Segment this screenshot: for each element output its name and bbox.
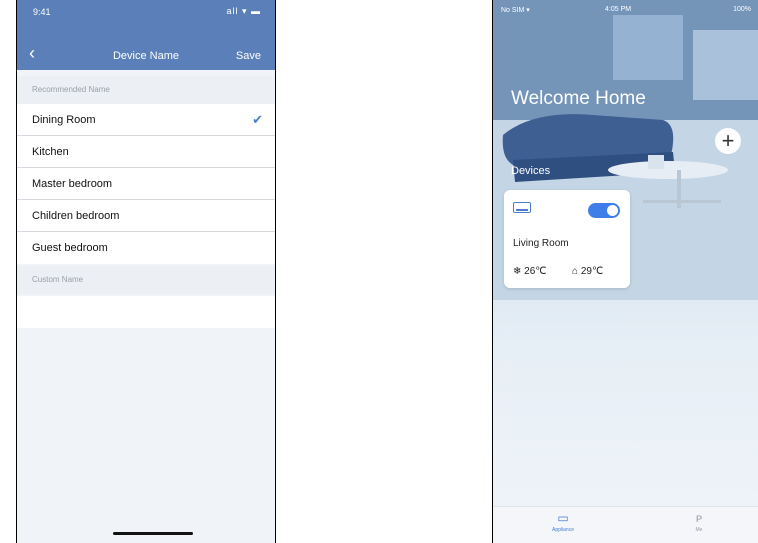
air-conditioner-icon [513, 202, 531, 213]
status-battery: 100% [733, 6, 751, 13]
home-screen: No SIM ▾ 4:05 PM 100% Welcome Home + Dev… [492, 0, 758, 543]
list-item-kitchen[interactable]: Kitchen [17, 136, 275, 168]
device-name-screen: 9:41 all ▾ ▬ ‹ Device Name Save Recommen… [16, 0, 276, 543]
add-device-button[interactable]: + [715, 128, 741, 154]
device-name: Living Room [513, 238, 569, 249]
status-icons: all ▾ ▬ [226, 6, 261, 16]
list-item-label: Dining Room [32, 114, 96, 126]
list-item-children-bedroom[interactable]: Children bedroom [17, 200, 275, 232]
list-item-label: Children bedroom [32, 210, 120, 222]
list-item-label: Kitchen [32, 146, 69, 158]
tab-label: Appliance [552, 527, 574, 533]
welcome-title: Welcome Home [511, 88, 646, 109]
appliance-icon: ▭ [557, 511, 569, 525]
check-icon: ✔ [252, 112, 263, 127]
list-item-guest-bedroom[interactable]: Guest bedroom [17, 232, 275, 264]
set-temperature: ❄ 26℃ [513, 266, 547, 277]
list-item-dining-room[interactable]: Dining Room ✔ [17, 104, 275, 136]
tab-bar: ▭ Appliance ᴘ Me [493, 506, 758, 543]
device-card-living-room[interactable]: Living Room ❄ 26℃ ⌂ 29℃ [504, 190, 630, 288]
home-indicator [113, 532, 193, 535]
nav-header: 9:41 all ▾ ▬ ‹ Device Name Save [17, 0, 275, 70]
status-carrier: No SIM ▾ [501, 7, 530, 14]
room-temperature: ⌂ 29℃ [572, 266, 604, 277]
custom-name-header: Custom Name [17, 266, 275, 294]
power-toggle[interactable] [588, 203, 620, 218]
tab-label: Me [695, 527, 703, 533]
status-time: 9:41 [33, 7, 51, 17]
devices-header: Devices [511, 165, 551, 177]
tab-me[interactable]: ᴘ Me [669, 511, 729, 533]
list-item-label: Master bedroom [32, 178, 113, 190]
custom-name-input[interactable] [17, 296, 275, 328]
list-item-label: Guest bedroom [32, 242, 108, 254]
recommended-name-header: Recommended Name [17, 76, 275, 104]
status-time: 4:05 PM [605, 6, 632, 13]
tab-appliance[interactable]: ▭ Appliance [533, 511, 593, 533]
person-icon: ᴘ [695, 511, 703, 525]
save-button[interactable]: Save [236, 50, 261, 62]
list-item-master-bedroom[interactable]: Master bedroom [17, 168, 275, 200]
